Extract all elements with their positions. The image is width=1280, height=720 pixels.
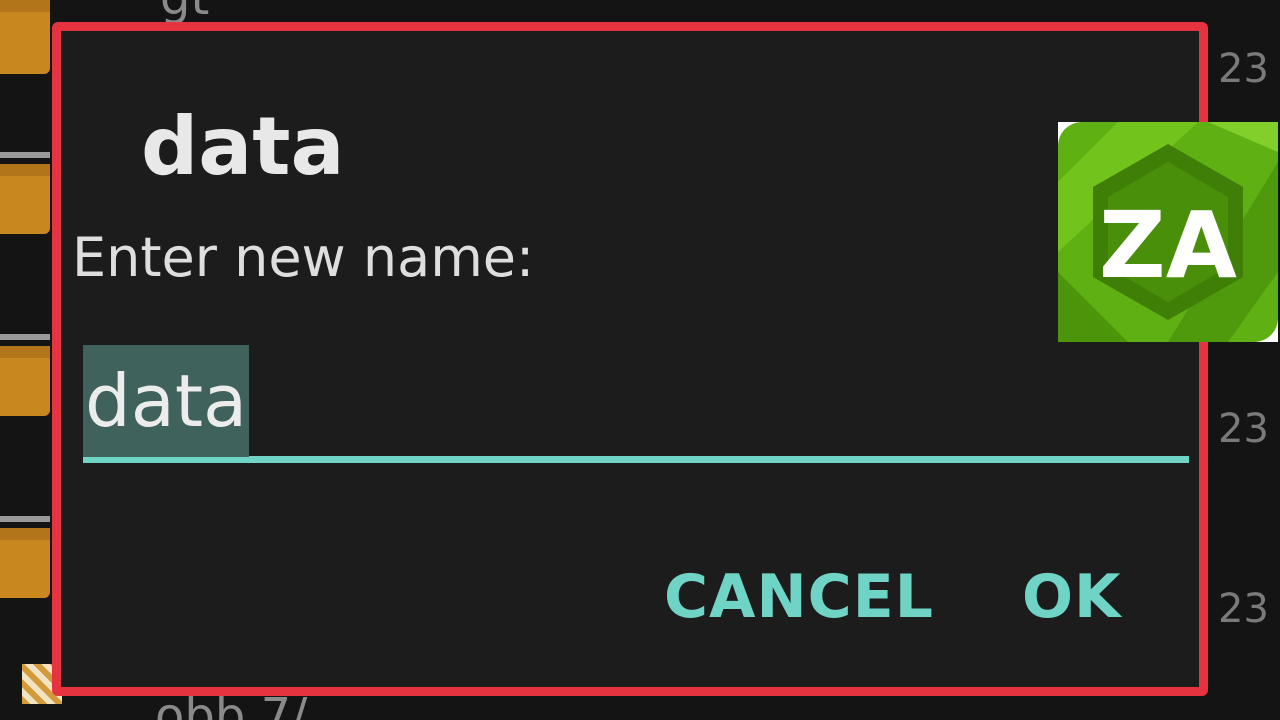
cancel-button[interactable]: CANCEL <box>664 567 934 627</box>
background-file-date: 23 <box>1218 586 1269 632</box>
new-name-label: Enter new name: <box>72 226 535 289</box>
folder-icon <box>0 164 50 234</box>
rename-dialog: data Enter new name: data CANCEL OK <box>52 22 1208 696</box>
zarchiver-logo-icon: ZA <box>1058 122 1278 342</box>
zarchiver-logo: ZA <box>1058 122 1278 342</box>
logo-text: ZA <box>1099 192 1237 299</box>
screen: gt obb 7/ 23 23 23 data Enter new name: … <box>0 0 1280 720</box>
new-name-input[interactable]: data <box>83 335 1189 463</box>
selected-input-text[interactable]: data <box>83 345 250 457</box>
background-file-date: 23 <box>1218 46 1269 92</box>
divider <box>0 516 50 522</box>
ok-button[interactable]: OK <box>1022 567 1122 627</box>
folder-icon <box>0 0 50 74</box>
divider <box>0 152 50 158</box>
dialog-title: data <box>141 100 345 193</box>
background-file-date: 23 <box>1218 406 1269 452</box>
folder-icon <box>0 528 50 598</box>
divider <box>0 334 50 340</box>
folder-icon <box>0 346 50 416</box>
